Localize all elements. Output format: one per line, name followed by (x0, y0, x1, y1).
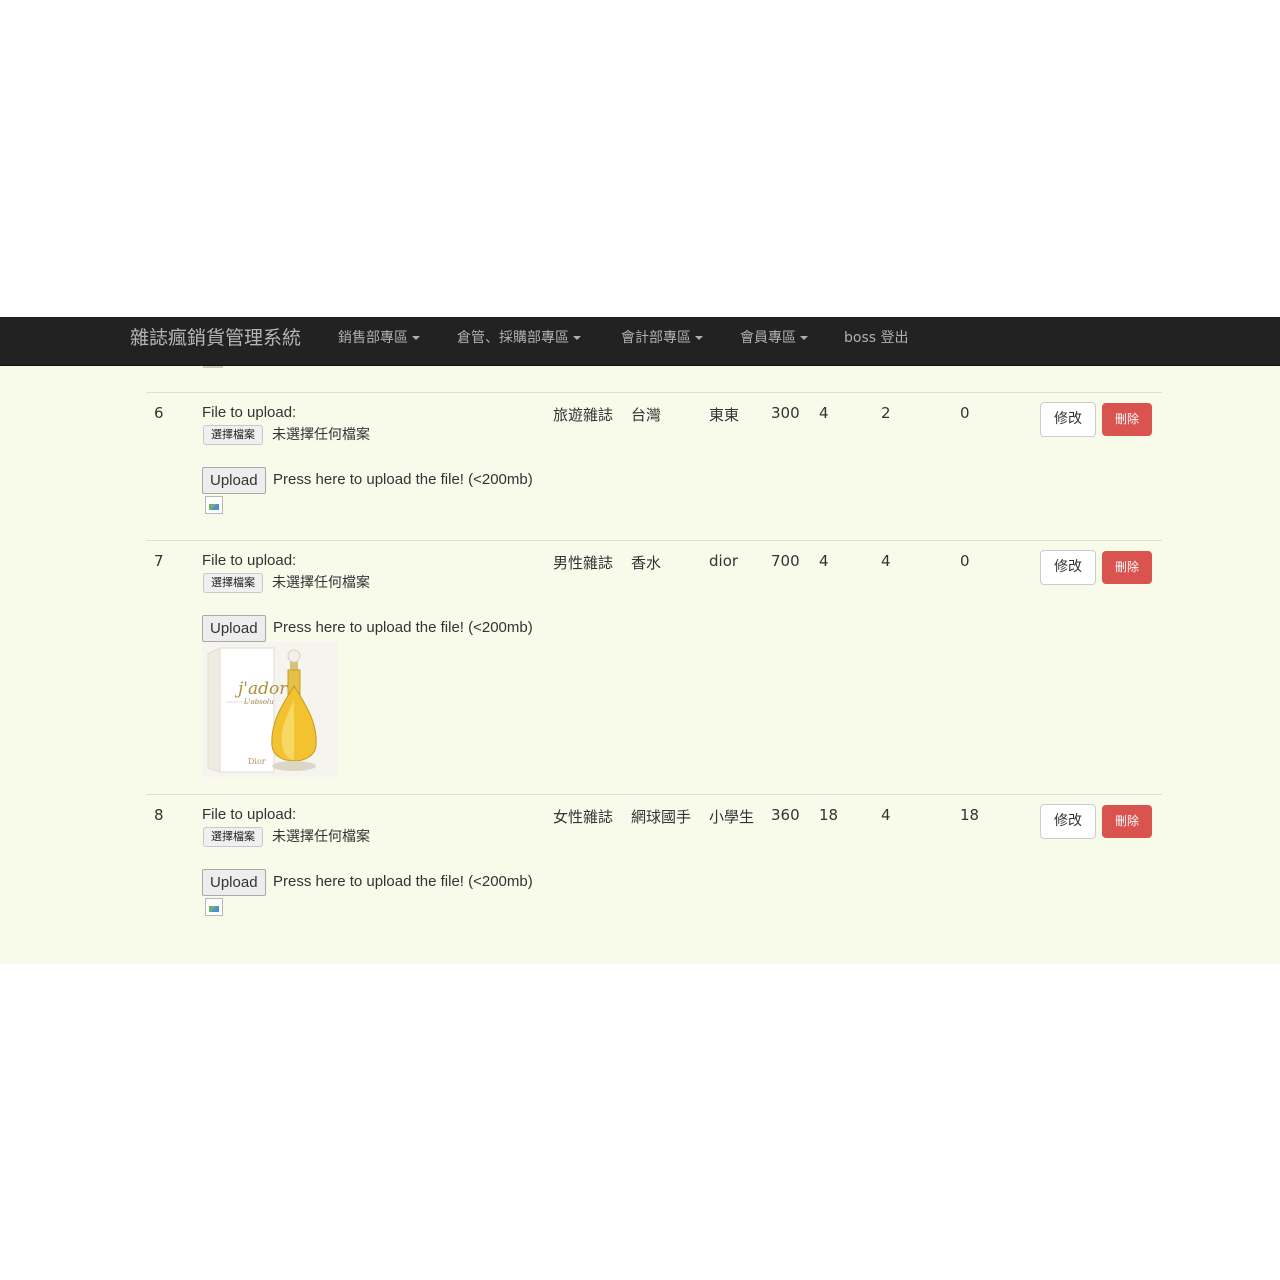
upload-button[interactable]: Upload (202, 869, 266, 896)
row-divider (146, 392, 1162, 393)
name-cell: 香水 (631, 554, 662, 572)
top-navbar: 雜誌瘋銷貨管理系統 銷售部專區 倉管、採購部專區 會計部專區 會員專區 boss… (0, 317, 1280, 366)
upload-hint: Press here to upload the file! (<200mb) (273, 873, 533, 890)
broken-image-icon (205, 496, 223, 514)
caret-down-icon (695, 336, 703, 340)
row-id: 7 (154, 552, 164, 570)
no-file-chosen-text: 未選擇任何檔案 (272, 829, 370, 845)
photo-sub-text: L'absolu (243, 698, 274, 706)
nav-label: 會計部專區 (621, 330, 691, 346)
category-cell: 女性雜誌 (553, 808, 614, 826)
choose-file-button[interactable]: 選擇檔案 (203, 827, 263, 847)
qty-cell: 4 (881, 552, 891, 570)
table-area (0, 366, 1280, 964)
no-file-chosen-text: 未選擇任何檔案 (272, 575, 370, 591)
nav-label: 倉管、採購部專區 (457, 330, 569, 346)
price-cell: 300 (771, 404, 800, 422)
edit-button[interactable]: 修改 (1040, 402, 1096, 437)
name-cell: 台灣 (631, 406, 662, 424)
previous-row-remnant (203, 366, 223, 368)
nav-label: 會員專區 (740, 330, 796, 346)
row-id: 6 (154, 404, 164, 422)
qty-cell: 4 (819, 404, 829, 422)
nav-label: 銷售部專區 (338, 330, 408, 346)
choose-file-button[interactable]: 選擇檔案 (203, 425, 263, 445)
file-to-upload-label: File to upload: (202, 806, 297, 823)
caret-down-icon (800, 336, 808, 340)
file-to-upload-label: File to upload: (202, 404, 297, 421)
product-photo: j'adore L'absolu Dior (202, 642, 338, 777)
photo-maker-text: Dior (248, 757, 266, 766)
price-cell: 360 (771, 806, 800, 824)
qty-cell: 0 (960, 404, 970, 422)
nav-warehouse-dropdown[interactable]: 倉管、採購部專區 (457, 317, 581, 365)
qty-cell: 0 (960, 552, 970, 570)
no-file-chosen-text: 未選擇任何檔案 (272, 427, 370, 443)
qty-cell: 18 (960, 806, 980, 824)
publisher-cell: 東東 (709, 406, 740, 424)
category-cell: 旅遊雜誌 (553, 406, 614, 424)
upload-hint: Press here to upload the file! (<200mb) (273, 619, 533, 636)
publisher-cell: dior (709, 552, 739, 570)
edit-button[interactable]: 修改 (1040, 804, 1096, 839)
qty-cell: 2 (881, 404, 891, 422)
delete-button[interactable]: 刪除 (1102, 403, 1152, 436)
qty-cell: 4 (819, 552, 829, 570)
caret-down-icon (412, 336, 420, 340)
qty-cell: 4 (881, 806, 891, 824)
nav-member-dropdown[interactable]: 會員專區 (740, 317, 808, 365)
publisher-cell: 小學生 (709, 808, 755, 826)
caret-down-icon (573, 336, 581, 340)
choose-file-button[interactable]: 選擇檔案 (203, 573, 263, 593)
edit-button[interactable]: 修改 (1040, 550, 1096, 585)
broken-image-icon (205, 898, 223, 916)
row-divider (146, 794, 1162, 795)
nav-accounting-dropdown[interactable]: 會計部專區 (621, 317, 703, 365)
upload-button[interactable]: Upload (202, 615, 266, 642)
name-cell: 網球國手 (631, 808, 692, 826)
delete-button[interactable]: 刪除 (1102, 805, 1152, 838)
row-divider (146, 540, 1162, 541)
delete-button[interactable]: 刪除 (1102, 551, 1152, 584)
upload-hint: Press here to upload the file! (<200mb) (273, 471, 533, 488)
nav-logout-link[interactable]: boss 登出 (844, 317, 909, 365)
app-brand[interactable]: 雜誌瘋銷貨管理系統 (130, 317, 301, 365)
perfume-image: j'adore L'absolu Dior (202, 642, 338, 777)
nav-sales-dropdown[interactable]: 銷售部專區 (338, 317, 420, 365)
category-cell: 男性雜誌 (553, 554, 614, 572)
row-id: 8 (154, 806, 164, 824)
qty-cell: 18 (819, 806, 839, 824)
file-to-upload-label: File to upload: (202, 552, 297, 569)
price-cell: 700 (771, 552, 800, 570)
upload-button[interactable]: Upload (202, 467, 266, 494)
